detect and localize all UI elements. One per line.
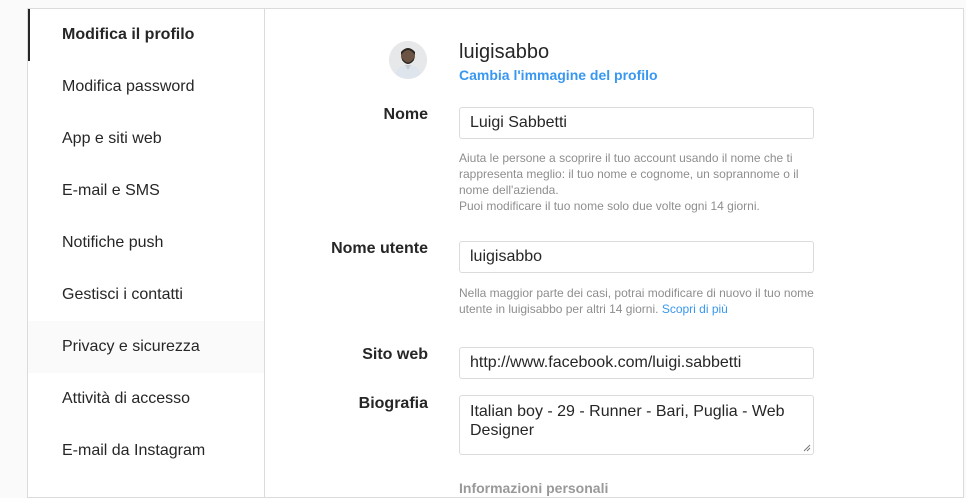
personal-info-heading: Informazioni personali [459,480,609,496]
resize-handle-icon[interactable] [803,444,811,452]
username-label: Nome utente [331,240,428,257]
sidebar-item-email-sms[interactable]: E-mail e SMS [28,165,264,217]
settings-panel: Modifica il profilo Modifica password Ap… [27,8,964,498]
avatar[interactable] [389,41,427,79]
profile-username: luigisabbo [459,41,550,63]
website-input[interactable]: http://www.facebook.com/luigi.sabbetti [459,347,814,379]
name-label: Nome [383,106,428,123]
sidebar-item-apps-websites[interactable]: App e siti web [28,113,264,165]
sidebar-item-push-notifications[interactable]: Notifiche push [28,217,264,269]
website-label: Sito web [362,346,428,363]
sidebar-item-login-activity[interactable]: Attività di accesso [28,373,264,425]
sidebar-item-privacy-security[interactable]: Privacy e sicurezza [28,321,264,373]
sidebar-item-edit-profile[interactable]: Modifica il profilo [28,9,264,61]
name-input[interactable]: Luigi Sabbetti [459,107,814,139]
username-help-text: Nella maggior parte dei casi, potrai mod… [459,285,814,317]
bio-label: Biografia [358,395,428,412]
bio-textarea[interactable]: Italian boy - 29 - Runner - Bari, Puglia… [459,395,814,455]
username-input[interactable]: luigisabbo [459,241,814,273]
settings-sidebar: Modifica il profilo Modifica password Ap… [28,9,265,497]
username-help-body: Nella maggior parte dei casi, potrai mod… [459,286,814,316]
change-profile-photo-link[interactable]: Cambia l'immagine del profilo [459,67,658,83]
name-help-text: Aiuta le persone a scoprire il tuo accou… [459,151,799,197]
sidebar-item-emails-from-instagram[interactable]: E-mail da Instagram [28,425,264,477]
learn-more-link[interactable]: Scopri di più [662,302,728,316]
sidebar-item-manage-contacts[interactable]: Gestisci i contatti [28,269,264,321]
avatar-person-icon [389,41,427,79]
sidebar-item-change-password[interactable]: Modifica password [28,61,264,113]
bio-text: Italian boy - 29 - Runner - Bari, Puglia… [470,403,785,439]
name-change-limit-text: Puoi modificare il tuo nome solo due vol… [459,199,760,213]
edit-profile-form: luigisabbo Cambia l'immagine del profilo… [265,9,963,497]
